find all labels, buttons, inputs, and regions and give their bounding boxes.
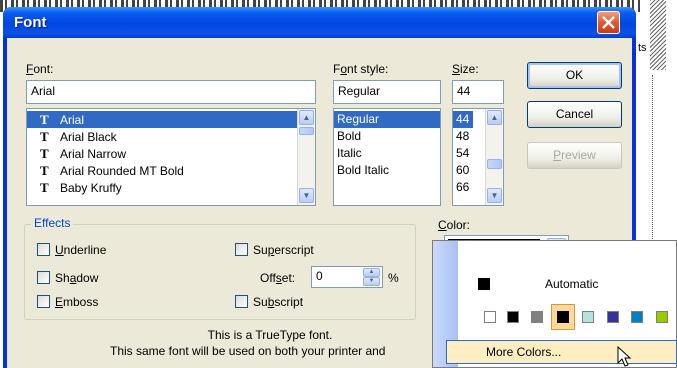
- font-list-scrollbar[interactable]: ▲ ▼: [297, 109, 315, 205]
- cancel-button[interactable]: Cancel: [527, 101, 622, 128]
- offset-label: Offset:: [260, 271, 296, 285]
- swatch-gray[interactable]: [531, 311, 543, 323]
- swatch-blue[interactable]: [631, 311, 643, 323]
- truetype-icon: T: [40, 180, 49, 195]
- font-label: Font:: [26, 62, 54, 76]
- swatch-white[interactable]: [484, 311, 496, 323]
- style-item-bold-italic[interactable]: Bold Italic: [334, 162, 440, 179]
- font-item-arial-narrow[interactable]: T Arial Narrow: [27, 145, 315, 162]
- style-item-regular[interactable]: Regular: [334, 111, 440, 128]
- subscript-label: Subscript: [253, 295, 304, 309]
- emboss-checkbox[interactable]: [37, 295, 50, 308]
- size-input[interactable]: 44: [452, 80, 504, 104]
- font-info-line-1: This is a TrueType font.: [207, 328, 333, 342]
- font-style-label: Font style:: [333, 62, 389, 76]
- style-item-italic[interactable]: Italic: [334, 145, 440, 162]
- more-colors-option[interactable]: [446, 340, 677, 364]
- size-scroll-up-button[interactable]: ▲: [487, 110, 502, 125]
- subscript-checkbox[interactable]: [235, 295, 248, 308]
- more-colors-label: More Colors...: [486, 345, 562, 359]
- swatch-lime[interactable]: [656, 311, 668, 323]
- size-scroll-thumb[interactable]: [487, 159, 502, 169]
- superscript-checkbox[interactable]: [235, 243, 248, 256]
- font-item-arial[interactable]: T Arial: [27, 111, 315, 128]
- truetype-icon: T: [40, 129, 49, 144]
- effects-label: Effects: [31, 216, 74, 230]
- truetype-icon: T: [40, 146, 49, 161]
- title-bar[interactable]: [3, 7, 636, 38]
- shadow-checkbox[interactable]: [37, 271, 50, 284]
- automatic-color-option[interactable]: Automatic: [545, 277, 598, 291]
- emboss-label: Emboss: [55, 295, 99, 309]
- truetype-icon: T: [40, 163, 49, 178]
- offset-down-button[interactable]: ▼: [363, 277, 380, 286]
- shadow-label: Shadow: [55, 271, 99, 285]
- truetype-icon: T: [40, 112, 49, 127]
- scroll-up-button[interactable]: ▲: [299, 110, 314, 125]
- font-list[interactable]: T Arial T Arial Black T Arial Narrow T Arial…: [26, 108, 316, 206]
- offset-up-button[interactable]: ▲: [363, 268, 380, 277]
- size-list-scrollbar[interactable]: ▲ ▼: [485, 109, 503, 205]
- size-label: Size:: [452, 62, 479, 76]
- font-item-baby-kruffy[interactable]: T Baby Kruffy: [27, 179, 315, 196]
- preview-button: Preview: [527, 142, 622, 169]
- size-item-44[interactable]: 44: [453, 111, 473, 128]
- mouse-pointer-icon: [617, 346, 632, 367]
- close-button[interactable]: [597, 11, 620, 34]
- font-style-list[interactable]: Regular Bold Italic Bold Italic: [333, 108, 441, 206]
- swatch-pale-teal[interactable]: [582, 311, 594, 323]
- underline-checkbox[interactable]: [37, 243, 50, 256]
- background-text: ts: [638, 42, 647, 54]
- style-item-bold[interactable]: Bold: [334, 128, 440, 145]
- font-name-input[interactable]: Arial: [26, 80, 316, 104]
- offset-spinner[interactable]: ▲ ▼: [363, 268, 380, 286]
- background-hatch: [650, 0, 666, 70]
- automatic-color-swatch[interactable]: [478, 278, 490, 290]
- scroll-thumb[interactable]: [299, 127, 314, 135]
- font-item-arial-rounded[interactable]: T Arial Rounded MT Bold: [27, 162, 315, 179]
- offset-unit: %: [388, 271, 399, 285]
- font-style-input[interactable]: Regular: [333, 80, 441, 104]
- color-label: Color:: [438, 218, 471, 232]
- swatch-black-selected[interactable]: [557, 311, 569, 323]
- superscript-label: Superscript: [253, 243, 314, 257]
- ok-button[interactable]: OK: [527, 62, 622, 89]
- scroll-down-button[interactable]: ▼: [299, 188, 314, 203]
- close-icon: [602, 16, 615, 29]
- dialog-title: Font: [14, 14, 47, 31]
- font-item-arial-black[interactable]: T Arial Black: [27, 128, 315, 145]
- underline-label: Underline: [55, 243, 107, 257]
- swatch-indigo[interactable]: [607, 311, 619, 323]
- size-scroll-down-button[interactable]: ▼: [487, 188, 502, 203]
- font-info-line-2: This same font will be used on both your…: [110, 344, 386, 358]
- swatch-black[interactable]: [507, 311, 519, 323]
